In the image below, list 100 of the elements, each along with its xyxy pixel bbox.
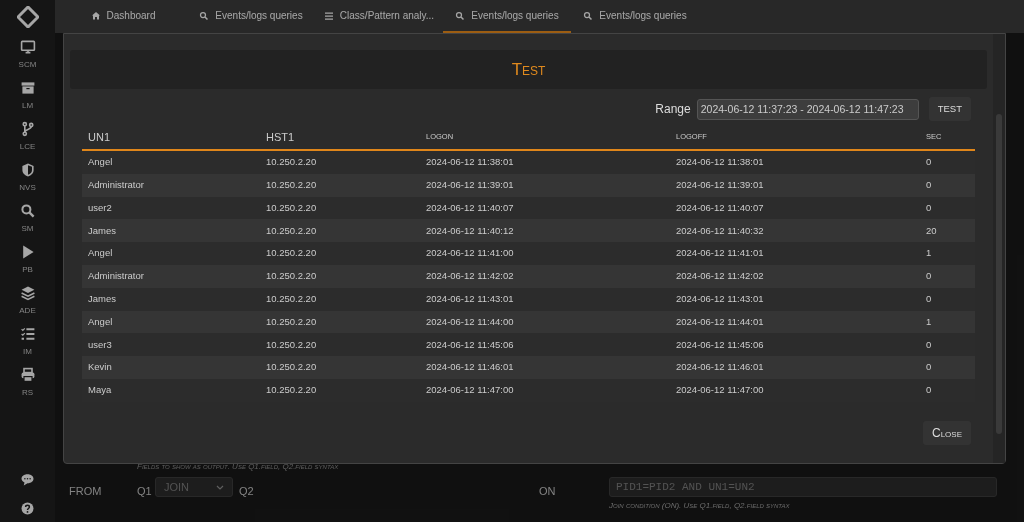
- hint-text: Fields to show as output. Use Q1.field, Q2.field syntax: [137, 461, 339, 473]
- column-header[interactable]: HST1: [260, 128, 420, 146]
- logo-icon[interactable]: [16, 5, 39, 28]
- table-cell-text: Angel: [87, 155, 114, 170]
- layers-icon: [19, 285, 36, 301]
- table-cell-text: 2024-06-12 11:40:07: [675, 200, 765, 215]
- chevron-down-icon: [216, 484, 224, 490]
- sidebar-item[interactable]: SM: [2, 203, 53, 235]
- table-cell-text: user3: [87, 337, 113, 352]
- table-cell-text: 0: [925, 360, 933, 375]
- sidebar-item[interactable]: ADE: [2, 285, 53, 317]
- table-cell-text: 10.250.2.20: [265, 269, 318, 284]
- search-icon: [583, 10, 594, 21]
- table-cell-text: 10.250.2.20: [265, 314, 318, 329]
- range-label: Range: [655, 101, 691, 118]
- table-cell-text: 10.250.2.20: [265, 292, 318, 307]
- table-cell-text: 10.250.2.20: [265, 383, 318, 398]
- tab[interactable]: Events/logs queries: [571, 0, 699, 33]
- table-cell-text: 20: [925, 223, 938, 238]
- sidebar-item[interactable]: SCM: [2, 39, 53, 71]
- table-cell-text: Maya: [87, 383, 113, 398]
- table-cell-text: 2024-06-12 11:39:01: [425, 178, 515, 193]
- table-cell-text: 2024-06-12 11:40:07: [425, 200, 515, 215]
- sidebar-item[interactable]: PB: [2, 244, 53, 276]
- table-cell-text: 2024-06-12 11:45:06: [425, 337, 515, 352]
- home-icon: [90, 10, 101, 21]
- table-cell-text: 2024-06-12 11:47:00: [425, 383, 515, 398]
- on-label: ON: [539, 484, 557, 499]
- table-cell-text: 2024-06-12 11:45:06: [675, 337, 765, 352]
- table-cell-text: James: [87, 223, 117, 238]
- table-cell-text: Administrator: [87, 178, 145, 193]
- table-cell-text: 0: [925, 269, 933, 284]
- branch-icon: [19, 121, 36, 137]
- table-cell-text: 2024-06-12 11:43:01: [675, 292, 765, 307]
- table-cell-text: 2024-06-12 11:40:32: [675, 223, 765, 238]
- table-row[interactable]: Administrator 10.250.2.20 2024-06-12 11:39:01 2024-06-12 11:39:01 0: [82, 173, 975, 197]
- sidebar-item[interactable]: LM: [2, 80, 53, 112]
- table-cell-text: 2024-06-12 11:42:02: [425, 269, 515, 284]
- column-header[interactable]: UN1: [82, 128, 260, 146]
- table-cell-text: 2024-06-12 11:43:01: [425, 292, 515, 307]
- table-cell-text: 10.250.2.20: [265, 155, 318, 170]
- dialog-title: Test: [511, 58, 546, 81]
- table-cell-text: James: [87, 292, 117, 307]
- close-button[interactable]: Close: [923, 421, 971, 445]
- checklist-icon: [19, 326, 36, 342]
- chat-bubble-icon[interactable]: [20, 472, 35, 487]
- search-icon: [199, 10, 210, 21]
- table-cell-text: 2024-06-12 11:42:02: [675, 269, 765, 284]
- table-cell-text: 2024-06-12 11:46:01: [675, 360, 765, 375]
- table-cell-text: 0: [925, 292, 933, 307]
- table-cell-text: 0: [925, 200, 933, 215]
- table-cell-text: 2024-06-12 11:44:01: [675, 314, 765, 329]
- table-cell-text: 2024-06-12 11:44:00: [425, 314, 515, 329]
- q1-label: Q1: [137, 484, 153, 499]
- table-cell-text: 0: [925, 155, 933, 170]
- table-cell-text: 10.250.2.20: [265, 178, 318, 193]
- table-cell-text: 0: [925, 337, 933, 352]
- table-cell-text: 2024-06-12 11:41:00: [425, 246, 515, 261]
- table-row[interactable]: Angel 10.250.2.20 2024-06-12 11:44:00 2024-06-12 11:44:01 1: [82, 310, 975, 334]
- from-label: FROM: [69, 484, 103, 499]
- table-cell-text: 0: [925, 178, 933, 193]
- table-cell-text: Angel: [87, 246, 114, 261]
- table-cell-text: 10.250.2.20: [265, 337, 318, 352]
- sidebar-item[interactable]: LCE: [2, 121, 53, 153]
- table-cell-text: 1: [925, 314, 933, 329]
- table-cell-text: 10.250.2.20: [265, 246, 318, 261]
- table-row[interactable]: Kevin 10.250.2.20 2024-06-12 11:46:01 2024-06-12 11:46:01 0: [82, 356, 975, 379]
- table-cell-text: 2024-06-12 11:47:00: [675, 383, 765, 398]
- search-icon: [19, 203, 36, 219]
- tab[interactable]: Dashboard: [59, 0, 187, 33]
- table-cell-text: 10.250.2.20: [265, 223, 318, 238]
- range-field[interactable]: 2024-06-12 11:37:23 - 2024-06-12 11:47:23: [696, 98, 919, 120]
- table-cell-text: 2024-06-12 11:38:01: [425, 155, 515, 170]
- table-cell-text: 2024-06-12 11:38:01: [675, 155, 765, 170]
- test-button[interactable]: TEST: [928, 97, 971, 121]
- list-icon: [323, 10, 334, 21]
- table-cell-text: Angel: [87, 314, 114, 329]
- sidebar-item[interactable]: IM: [2, 326, 53, 358]
- table-row[interactable]: Administrator 10.250.2.20 2024-06-12 11:42:02 2024-06-12 11:42:02 0: [82, 265, 975, 288]
- search-icon: [455, 10, 466, 21]
- help-icon[interactable]: [20, 501, 35, 516]
- table-cell-text: 2024-06-12 11:40:12: [425, 223, 515, 238]
- table-cell-text: Kevin: [87, 360, 113, 375]
- table-cell-text: 10.250.2.20: [265, 360, 318, 375]
- table-cell-text: 2024-06-12 11:39:01: [675, 178, 765, 193]
- hint-text: Join condition (ON). Use Q1.field, Q2.field syntax: [609, 500, 791, 512]
- sidebar-item[interactable]: RS: [2, 367, 53, 399]
- table-cell-text: Administrator: [87, 269, 145, 284]
- tab[interactable]: Events/logs queries: [187, 0, 315, 33]
- table-cell-text: 2024-06-12 11:41:01: [675, 246, 765, 261]
- printer-icon: [19, 367, 36, 383]
- tab[interactable]: Class/Pattern analy...: [315, 0, 443, 33]
- q2-label: Q2: [239, 484, 255, 499]
- archive-box-icon: [19, 80, 36, 96]
- table-cell-text: 0: [925, 383, 933, 398]
- monitor-icon: [19, 39, 36, 55]
- sidebar-item[interactable]: NVS: [2, 162, 53, 194]
- table-row[interactable]: James 10.250.2.20 2024-06-12 11:40:12 2024-06-12 11:40:32 20: [82, 219, 975, 243]
- table-cell-text: 2024-06-12 11:46:01: [425, 360, 515, 375]
- table-cell-text: 1: [925, 246, 933, 261]
